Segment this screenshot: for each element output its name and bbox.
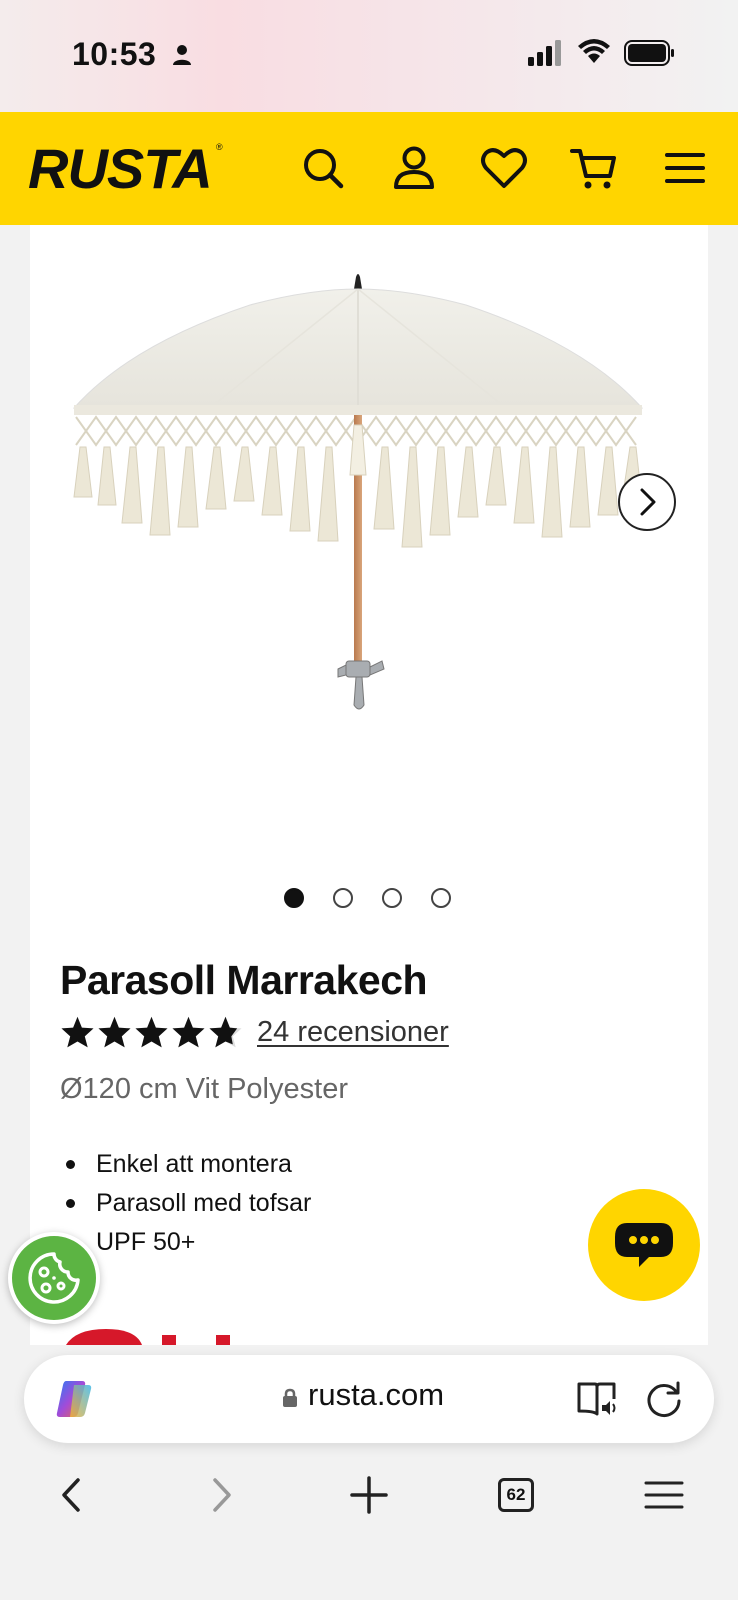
lock-icon [283, 1388, 297, 1407]
pagination-dot[interactable] [382, 888, 402, 908]
forward-icon [213, 1478, 231, 1512]
rating-row: 24 recensioner [60, 1015, 449, 1049]
feature-item: Enkel att montera [60, 1145, 311, 1184]
chevron-right-icon [640, 488, 656, 516]
address-bar[interactable]: rusta.com [24, 1355, 714, 1443]
rusta-logo[interactable]: RUSTA [28, 136, 213, 201]
next-image-button[interactable] [618, 473, 676, 531]
back-icon [62, 1478, 80, 1512]
person-icon [173, 45, 191, 65]
star-icon [98, 1016, 131, 1048]
pagination-dot[interactable] [431, 888, 451, 908]
reviews-link[interactable]: 24 recensioner [257, 1016, 449, 1049]
product-title: Parasoll Marrakech [60, 957, 428, 1003]
tabs-button[interactable]: 62 [486, 1465, 546, 1525]
wifi-icon [578, 39, 610, 63]
search-icon[interactable] [297, 142, 349, 194]
half-star-icon [209, 1016, 242, 1048]
star-icon [61, 1016, 94, 1048]
chat-icon [615, 1223, 673, 1267]
new-tab-icon [350, 1476, 388, 1514]
promo-badge-partial [66, 1329, 230, 1345]
forward-button[interactable] [191, 1465, 251, 1525]
pagination-dot[interactable] [333, 888, 353, 908]
copilot-icon[interactable] [52, 1377, 96, 1421]
back-button[interactable] [42, 1465, 102, 1525]
image-pagination [284, 888, 451, 908]
chat-button[interactable] [588, 1189, 700, 1301]
reload-icon[interactable] [644, 1379, 684, 1419]
browser-nav-row: 62 [0, 1465, 738, 1525]
pagination-dot[interactable] [284, 888, 304, 908]
logo-registered-mark: ® [216, 142, 223, 152]
star-icon [172, 1016, 205, 1048]
status-bar: 10:53 [0, 0, 738, 112]
cart-icon[interactable] [568, 142, 620, 194]
cellular-signal-icon [528, 40, 561, 66]
product-card: Parasoll Marrakech 24 recensioner Ø120 c… [30, 225, 708, 1345]
site-header: RUSTA ® [0, 112, 738, 225]
product-subtitle: Ø120 cm Vit Polyester [60, 1073, 348, 1105]
cookie-settings-button[interactable] [8, 1232, 100, 1324]
product-image[interactable] [70, 265, 680, 785]
tabs-icon: 62 [498, 1478, 534, 1512]
feature-item: UPF 50+ [96, 1228, 196, 1256]
feature-list: Enkel att montera Parasoll med tofsar UP… [60, 1145, 311, 1262]
cookie-icon [28, 1252, 80, 1304]
browser-menu-icon [644, 1481, 684, 1509]
status-time: 10:53 [72, 36, 157, 72]
url-text[interactable]: rusta.com [308, 1377, 444, 1413]
new-tab-button[interactable] [339, 1465, 399, 1525]
heart-icon[interactable] [478, 142, 530, 194]
battery-icon [624, 40, 674, 66]
menu-icon[interactable] [659, 142, 711, 194]
star-rating [60, 1015, 243, 1049]
browser-menu-button[interactable] [634, 1465, 694, 1525]
browser-toolbar: rusta.com 62 [0, 1345, 738, 1600]
feature-item: Parasoll med tofsar [60, 1184, 311, 1223]
star-icon [135, 1016, 168, 1048]
account-icon[interactable] [388, 142, 440, 194]
reader-icon[interactable] [576, 1379, 620, 1419]
